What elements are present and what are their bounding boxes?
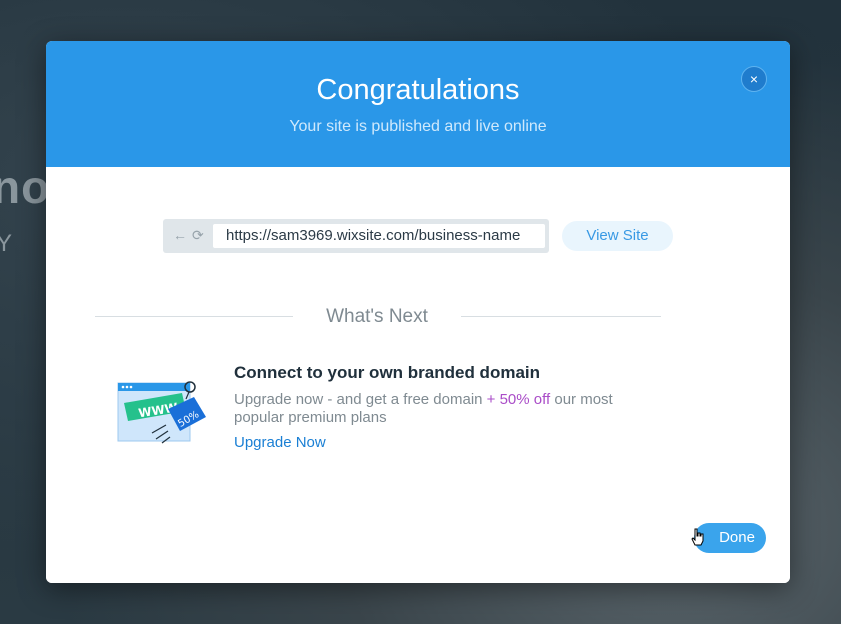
modal-subtitle: Your site is published and live online bbox=[289, 118, 547, 135]
refresh-icon: ⟳ bbox=[192, 227, 204, 243]
upgrade-now-link[interactable]: Upgrade Now bbox=[234, 434, 326, 451]
view-site-button[interactable]: View Site bbox=[562, 221, 673, 251]
whats-next-heading: What's Next bbox=[326, 306, 428, 327]
modal-title: Congratulations bbox=[316, 74, 520, 106]
close-icon: × bbox=[749, 71, 759, 87]
close-button[interactable]: × bbox=[741, 66, 767, 92]
site-url-field[interactable]: https://sam3969.wixsite.com/business-nam… bbox=[213, 224, 545, 248]
divider-left bbox=[95, 316, 293, 317]
url-bar: ← ⟳ https://sam3969.wixsite.com/business… bbox=[163, 219, 549, 253]
background-text-small: Y bbox=[0, 230, 13, 257]
publish-success-modal: Congratulations Your site is published a… bbox=[46, 41, 790, 583]
modal-body: ← ⟳ https://sam3969.wixsite.com/business… bbox=[46, 167, 790, 583]
hand-cursor-icon bbox=[691, 528, 704, 546]
done-button-label: Done bbox=[719, 529, 755, 546]
promo-discount: + 50% off bbox=[486, 391, 551, 408]
promo-title: Connect to your own branded domain bbox=[234, 363, 540, 382]
modal-header: Congratulations Your site is published a… bbox=[46, 41, 790, 168]
promo-description: Upgrade now - and get a free domain + 50… bbox=[234, 391, 634, 427]
back-arrow-icon: ← bbox=[173, 227, 187, 243]
domain-illustration-icon: WWW 50% bbox=[117, 381, 206, 444]
divider-right bbox=[461, 316, 661, 317]
promo-text-start: Upgrade now - and get a free domain bbox=[234, 391, 487, 408]
